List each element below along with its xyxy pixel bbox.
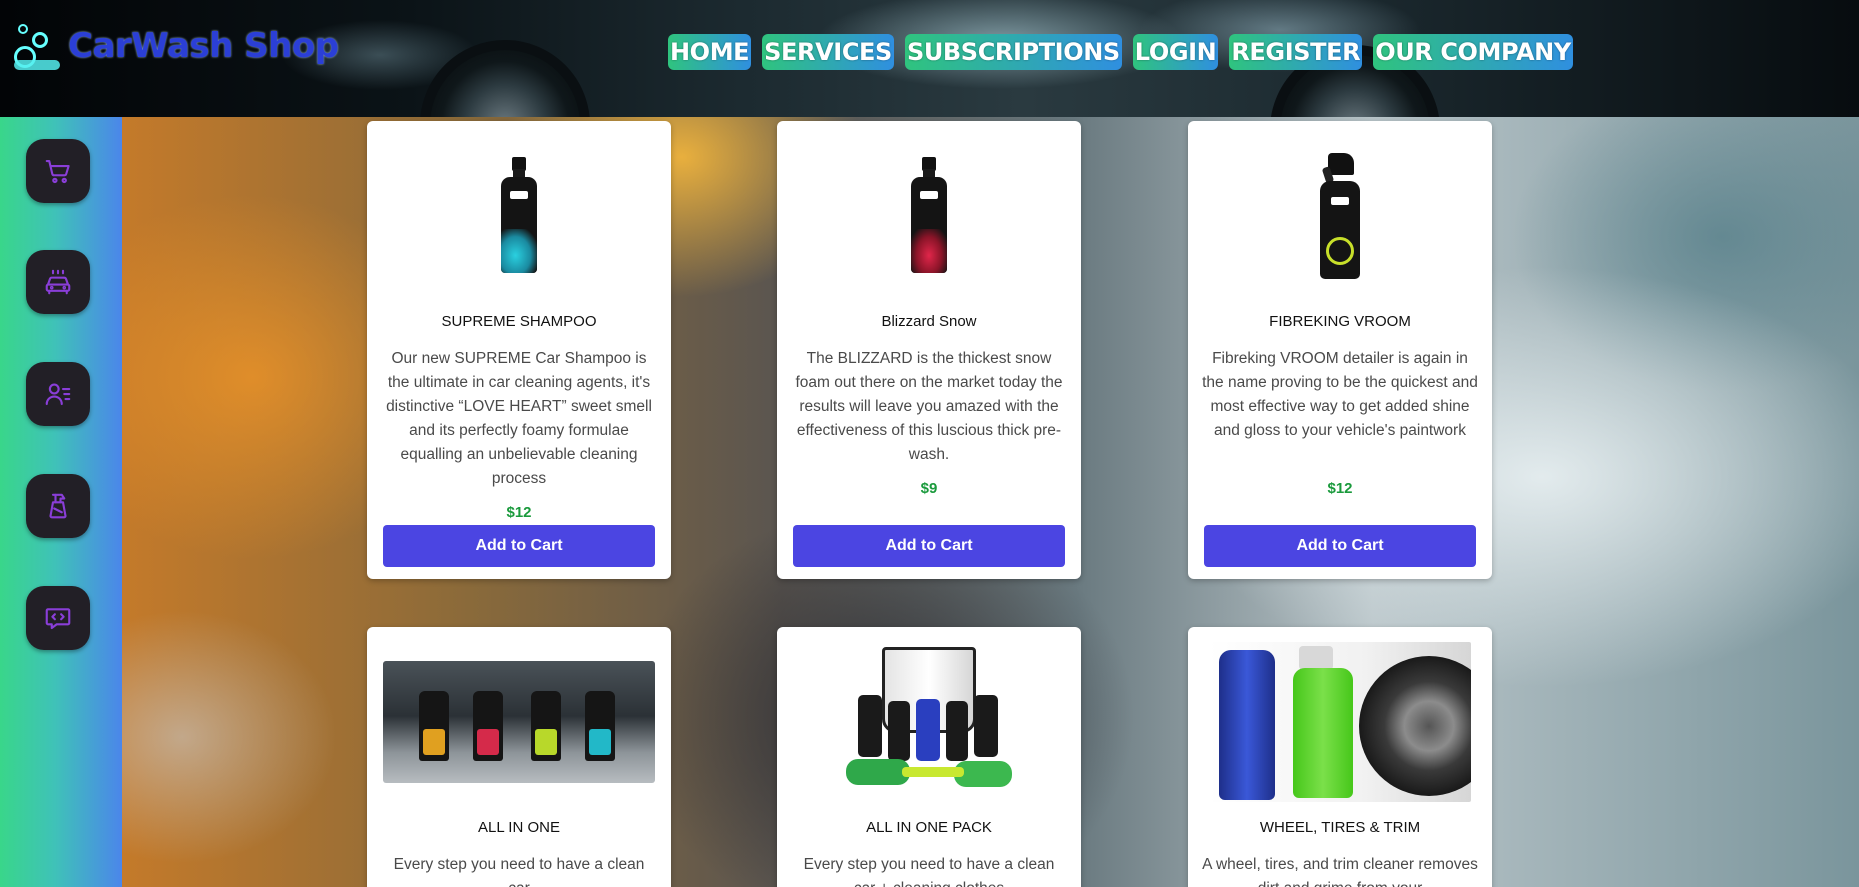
- product-description: Our new SUPREME Car Shampoo is the ultim…: [386, 350, 652, 487]
- nav-services[interactable]: SERVICES: [762, 34, 894, 70]
- cart-icon: [45, 159, 70, 184]
- product-title: ALL IN ONE: [478, 819, 560, 836]
- product-title: SUPREME SHAMPOO: [441, 313, 597, 330]
- product-image: [793, 141, 1065, 291]
- product-description: Every step you need to have a clean car …: [803, 856, 1055, 887]
- snow-foam-bottle-image: [909, 157, 949, 275]
- header-car-wheel-left: [420, 40, 590, 117]
- product-card-supreme-shampoo: SUPREME SHAMPOO Our new SUPREME Car Sham…: [367, 121, 671, 579]
- add-to-cart-button[interactable]: Add to Cart: [1204, 525, 1476, 567]
- shampoo-bottle-image: [499, 157, 539, 275]
- logo[interactable]: CarWash Shop: [14, 22, 339, 70]
- product-card-fibreking-vroom: FIBREKING VROOM Fibreking VROOM detailer…: [1188, 121, 1492, 579]
- product-range-photo: [383, 661, 655, 783]
- user-list-icon: [45, 383, 71, 406]
- sidebar-item-car-wash[interactable]: [26, 250, 90, 314]
- product-description: A wheel, tires, and trim cleaner removes…: [1202, 856, 1478, 887]
- product-image: [1204, 141, 1476, 291]
- nav-login[interactable]: LOGIN: [1132, 34, 1219, 70]
- detailer-spray-bottle-image: [1314, 153, 1366, 279]
- nav-register[interactable]: REGISTER: [1229, 34, 1363, 70]
- nav-our-company[interactable]: OUR COMPANY: [1373, 34, 1573, 70]
- add-to-cart-button[interactable]: Add to Cart: [383, 525, 655, 567]
- bubbles-logo-icon: [14, 22, 60, 70]
- product-title: FIBREKING VROOM: [1269, 313, 1411, 330]
- product-title: ALL IN ONE PACK: [866, 819, 992, 836]
- product-image: [383, 141, 655, 291]
- logo-text: CarWash Shop: [68, 26, 339, 66]
- sidebar-item-products[interactable]: [26, 474, 90, 538]
- header: CarWash Shop HOME SERVICES SUBSCRIPTIONS…: [0, 0, 1859, 117]
- sidebar-item-users[interactable]: [26, 362, 90, 426]
- sidebar-item-cart[interactable]: [26, 139, 90, 203]
- add-to-cart-button[interactable]: Add to Cart: [793, 525, 1065, 567]
- chat-code-icon: [45, 608, 71, 630]
- cleaning-kit-photo: [844, 647, 1014, 797]
- spray-bottle-icon: [49, 493, 67, 519]
- wheel-cleaner-photo: [1209, 642, 1471, 802]
- product-title: WHEEL, TIRES & TRIM: [1259, 819, 1421, 836]
- main-nav: HOME SERVICES SUBSCRIPTIONS LOGIN REGIST…: [668, 34, 1573, 70]
- main-content: SUPREME SHAMPOO Our new SUPREME Car Sham…: [122, 117, 1859, 887]
- product-image: [793, 647, 1065, 797]
- product-image: [383, 647, 655, 797]
- car-wash-icon: [45, 269, 71, 295]
- sidebar: [0, 117, 122, 887]
- nav-subscriptions[interactable]: SUBSCRIPTIONS: [904, 34, 1122, 70]
- product-description: The BLIZZARD is the thickest snow foam o…: [795, 350, 1063, 463]
- product-price: $12: [1327, 480, 1353, 497]
- product-price: $9: [920, 480, 938, 497]
- product-description: Fibreking VROOM detailer is again in the…: [1202, 350, 1478, 439]
- product-image: [1204, 642, 1476, 802]
- sidebar-item-support[interactable]: [26, 586, 90, 650]
- product-card-blizzard-snow: Blizzard Snow The BLIZZARD is the thicke…: [777, 121, 1081, 579]
- product-title: Blizzard Snow: [881, 313, 977, 330]
- product-price: $12: [506, 504, 532, 521]
- nav-home[interactable]: HOME: [668, 34, 752, 70]
- product-card-all-in-one-pack: ALL IN ONE PACK Every step you need to h…: [777, 627, 1081, 887]
- product-card-wheel-tires-trim: WHEEL, TIRES & TRIM A wheel, tires, and …: [1188, 627, 1492, 887]
- product-card-all-in-one: ALL IN ONE Every step you need to have a…: [367, 627, 671, 887]
- product-description: Every step you need to have a clean car: [393, 856, 645, 887]
